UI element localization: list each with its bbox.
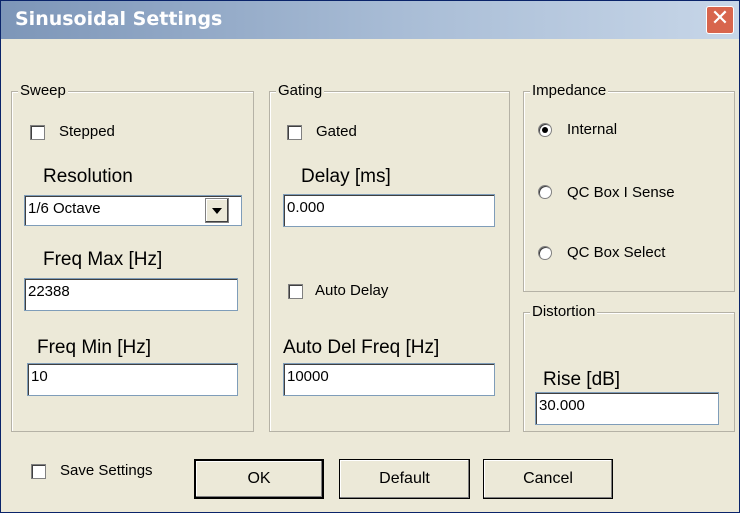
- auto-del-freq-label: Auto Del Freq [Hz]: [283, 337, 440, 358]
- freq-min-label: Freq Min [Hz]: [37, 337, 152, 358]
- auto-delay-label[interactable]: Auto Delay: [315, 282, 388, 299]
- impedance-qc-box-i-sense-label[interactable]: QC Box I Sense: [567, 184, 675, 201]
- auto-del-freq-input[interactable]: 10000: [283, 363, 495, 396]
- impedance-qc-box-i-sense-radio[interactable]: [538, 185, 552, 199]
- stepped-label[interactable]: Stepped: [59, 123, 115, 140]
- rise-label: Rise [dB]: [543, 369, 621, 390]
- resolution-label: Resolution: [43, 166, 133, 187]
- save-settings-label[interactable]: Save Settings: [60, 462, 153, 479]
- gated-label[interactable]: Gated: [316, 123, 357, 140]
- freq-max-input[interactable]: 22388: [24, 278, 238, 311]
- distortion-legend: Distortion: [530, 302, 598, 322]
- close-button[interactable]: ✕: [706, 6, 734, 34]
- auto-delay-checkbox[interactable]: [288, 284, 303, 299]
- delay-input[interactable]: 0.000: [283, 194, 495, 227]
- default-button[interactable]: Default: [339, 459, 470, 499]
- rise-input[interactable]: 30.000: [535, 392, 719, 425]
- stepped-checkbox[interactable]: [30, 125, 45, 140]
- ok-button[interactable]: OK: [194, 459, 324, 499]
- sinusoidal-settings-dialog: Sinusoidal Settings ✕ Sweep Stepped Reso…: [0, 0, 740, 513]
- gating-legend: Gating: [276, 81, 325, 101]
- sweep-legend: Sweep: [18, 81, 68, 101]
- save-settings-checkbox[interactable]: [31, 464, 46, 479]
- impedance-qc-box-select-radio[interactable]: [538, 246, 552, 260]
- impedance-internal-radio[interactable]: [538, 123, 552, 137]
- cancel-button[interactable]: Cancel: [483, 459, 613, 499]
- title-bar[interactable]: Sinusoidal Settings ✕: [1, 1, 739, 39]
- gated-checkbox[interactable]: [287, 125, 302, 140]
- impedance-legend: Impedance: [530, 81, 609, 101]
- freq-max-label: Freq Max [Hz]: [43, 249, 163, 270]
- impedance-qc-box-select-label[interactable]: QC Box Select: [567, 244, 665, 261]
- window-title: Sinusoidal Settings: [15, 8, 223, 30]
- delay-label: Delay [ms]: [301, 166, 391, 187]
- freq-min-input[interactable]: 10: [27, 363, 238, 396]
- chevron-down-icon[interactable]: [205, 198, 229, 223]
- impedance-internal-label[interactable]: Internal: [567, 121, 617, 138]
